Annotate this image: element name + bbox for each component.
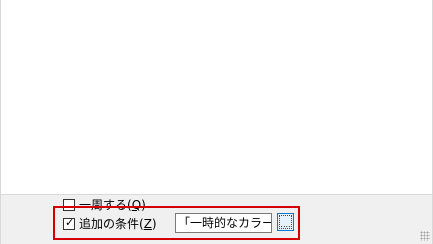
condition-browse-button[interactable]: .... bbox=[277, 213, 294, 231]
wrap-around-checkbox[interactable] bbox=[63, 199, 75, 211]
condition-field[interactable]: 「一時的なカラー」 bbox=[175, 213, 272, 233]
additional-condition-label[interactable]: 追加の条件(Z) bbox=[79, 217, 157, 231]
resize-grip-icon[interactable] bbox=[420, 231, 430, 241]
wrap-around-label[interactable]: 一周する(Q) bbox=[79, 198, 146, 212]
ellipsis-icon: .... bbox=[280, 220, 291, 229]
results-area bbox=[0, 0, 433, 194]
additional-condition-checkbox[interactable]: ✓ bbox=[63, 216, 75, 230]
checkmark-icon: ✓ bbox=[65, 216, 75, 229]
